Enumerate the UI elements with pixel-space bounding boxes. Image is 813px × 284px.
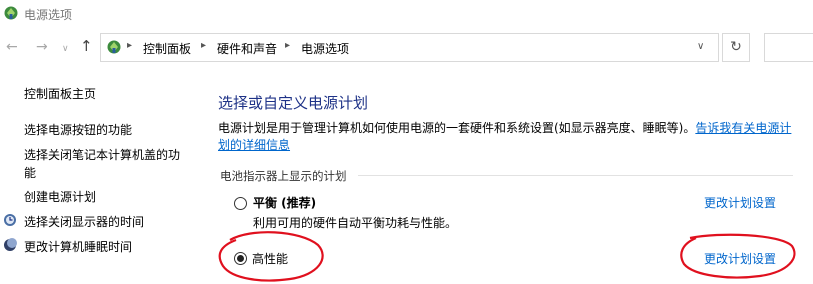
annotation-overlay: [218, 231, 796, 282]
annotation-circle-high-performance: [218, 231, 324, 282]
annotation-circle-change-settings: [680, 233, 796, 279]
